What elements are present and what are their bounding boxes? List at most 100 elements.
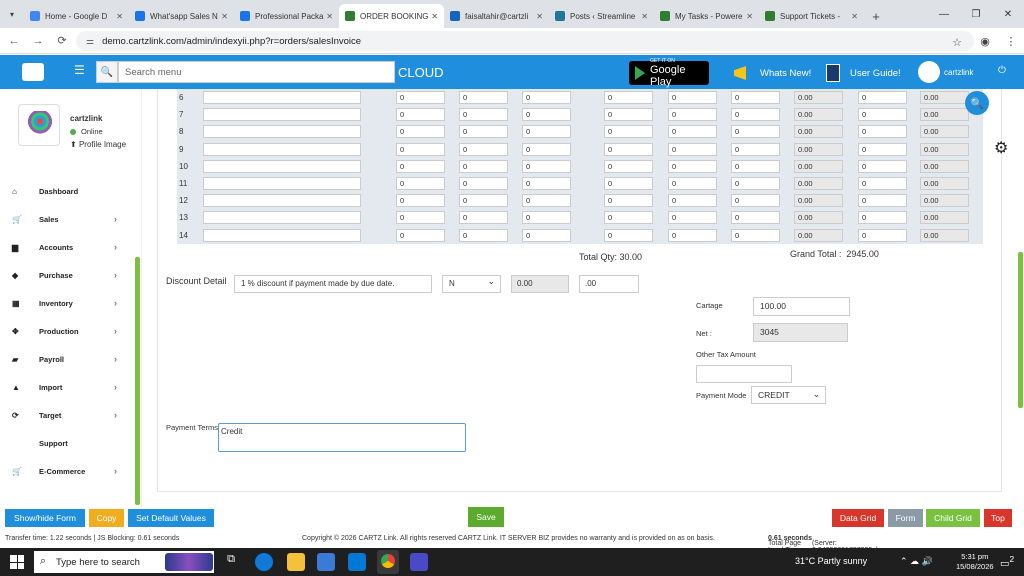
- grid-cell[interactable]: 0: [522, 159, 571, 173]
- grid-cell[interactable]: 0: [459, 228, 508, 242]
- item-name-input[interactable]: [203, 228, 361, 242]
- restore-icon[interactable]: ❐: [960, 0, 992, 28]
- other-tax-input[interactable]: [696, 365, 792, 383]
- grid-cell[interactable]: 0: [858, 228, 907, 242]
- grid-cell[interactable]: 0: [668, 159, 717, 173]
- grid-cell[interactable]: 0: [522, 108, 571, 122]
- browser-tab[interactable]: What'sapp Sales N ✕: [129, 4, 234, 28]
- discount-amount-input[interactable]: .00: [579, 275, 639, 293]
- grid-cell[interactable]: 0: [604, 142, 653, 156]
- grid-cell[interactable]: 0: [668, 194, 717, 208]
- copy-button[interactable]: Copy: [89, 509, 124, 527]
- browser-menu-icon[interactable]: ⋮: [998, 35, 1024, 48]
- grid-cell[interactable]: 0: [668, 228, 717, 242]
- item-name-input[interactable]: [203, 125, 361, 139]
- grid-cell[interactable]: 0: [396, 194, 445, 208]
- show-hide-form-button[interactable]: Show/hide Form: [5, 509, 85, 527]
- tab-close-icon[interactable]: ✕: [431, 12, 438, 21]
- payment-mode-select[interactable]: CREDIT ⌄: [751, 386, 826, 404]
- grid-cell[interactable]: 0: [731, 228, 780, 242]
- url-bar[interactable]: ⚌ demo.cartzlink.com/admin/indexyii.php?…: [76, 31, 974, 51]
- grid-cell[interactable]: 0: [668, 125, 717, 139]
- grid-cell[interactable]: 0: [858, 142, 907, 156]
- clock[interactable]: 5:31 pm 15/08/2026: [956, 552, 994, 572]
- notification-icon[interactable]: ▭2: [1000, 554, 1014, 569]
- grid-cell[interactable]: 0: [731, 176, 780, 190]
- bookmark-star-icon[interactable]: ☆: [952, 36, 962, 49]
- item-name-input[interactable]: [203, 108, 361, 122]
- grid-cell[interactable]: 0: [459, 194, 508, 208]
- header-username[interactable]: cartzlink: [944, 68, 973, 77]
- system-tray-icons[interactable]: ⌃ ☁ 🔊: [900, 556, 933, 567]
- grid-cell[interactable]: 0: [522, 194, 571, 208]
- grid-cell[interactable]: 0: [522, 142, 571, 156]
- top-button[interactable]: Top: [984, 509, 1012, 527]
- tab-search-dropdown-icon[interactable]: ▾: [0, 0, 24, 28]
- grid-cell[interactable]: 0: [459, 159, 508, 173]
- user-guide-link[interactable]: User Guide!: [826, 64, 901, 82]
- discount-detail-input[interactable]: 1 % discount if payment made by due date…: [234, 275, 432, 293]
- grid-cell[interactable]: 0: [668, 176, 717, 190]
- new-tab-button[interactable]: +: [864, 4, 888, 28]
- item-name-input[interactable]: [203, 91, 361, 104]
- reload-icon[interactable]: ⟳: [50, 34, 74, 47]
- sidebar-item-purchase[interactable]: ◆ Purchase ›: [0, 261, 135, 289]
- payment-terms-textarea[interactable]: Credit: [218, 423, 466, 452]
- page-scrollbar[interactable]: [1018, 252, 1023, 408]
- grid-cell[interactable]: 0: [459, 211, 508, 225]
- sidebar-item-import[interactable]: ▲ Import ›: [0, 373, 135, 401]
- browser-tab[interactable]: Support Tickets - ✕: [759, 4, 864, 28]
- back-icon[interactable]: ←: [2, 35, 26, 47]
- grid-cell[interactable]: 0: [604, 228, 653, 242]
- grid-cell[interactable]: 0: [731, 108, 780, 122]
- grid-cell[interactable]: 0: [858, 91, 907, 104]
- site-info-icon[interactable]: ⚌: [86, 36, 94, 47]
- minimize-icon[interactable]: —: [928, 0, 960, 28]
- power-icon[interactable]: ⏻: [998, 65, 1006, 76]
- windows-start-icon[interactable]: [10, 555, 24, 569]
- remote-desktop-icon[interactable]: [410, 553, 428, 571]
- edge-icon[interactable]: [255, 553, 273, 571]
- grid-cell[interactable]: 0: [604, 211, 653, 225]
- item-name-input[interactable]: [203, 194, 361, 208]
- google-play-badge[interactable]: GET IT ON Google Play: [629, 58, 709, 88]
- tab-close-icon[interactable]: ✕: [641, 12, 648, 21]
- save-button[interactable]: Save: [468, 507, 504, 527]
- grid-cell[interactable]: 0: [668, 91, 717, 104]
- grid-cell[interactable]: 0: [459, 108, 508, 122]
- grid-cell[interactable]: 0: [668, 211, 717, 225]
- grid-cell[interactable]: 0: [396, 142, 445, 156]
- outlook-icon[interactable]: [348, 553, 366, 571]
- sidebar-item-target[interactable]: ⟳ Target ›: [0, 401, 135, 429]
- cartage-input[interactable]: 100.00: [753, 297, 850, 316]
- app-logo[interactable]: [22, 63, 44, 81]
- store-icon[interactable]: [317, 553, 335, 571]
- sidebar-item-support[interactable]: Support: [0, 429, 135, 457]
- grid-cell[interactable]: 0: [731, 194, 780, 208]
- grid-cell[interactable]: 0: [396, 91, 445, 104]
- file-explorer-icon[interactable]: [287, 553, 305, 571]
- sidebar-item-e-commerce[interactable]: 🛒 E-Commerce ›: [0, 457, 135, 485]
- item-name-input[interactable]: [203, 159, 361, 173]
- grid-cell[interactable]: 0: [396, 211, 445, 225]
- whats-new-link[interactable]: Whats New!: [734, 66, 811, 80]
- sidebar-item-payroll[interactable]: ▰ Payroll ›: [0, 345, 135, 373]
- grid-cell[interactable]: 0: [396, 159, 445, 173]
- grid-cell[interactable]: 0: [522, 228, 571, 242]
- search-menu-input[interactable]: Search menu: [118, 61, 395, 83]
- menu-toggle-icon[interactable]: ☰: [74, 63, 85, 77]
- tab-close-icon[interactable]: ✕: [851, 12, 858, 21]
- browser-tab[interactable]: faisaltahir@cartzli ✕: [444, 4, 549, 28]
- profile-icon[interactable]: ◉: [972, 35, 998, 48]
- browser-tab[interactable]: Professional Packa ✕: [234, 4, 339, 28]
- child-grid-button[interactable]: Child Grid: [926, 509, 980, 527]
- grid-cell[interactable]: 0: [731, 91, 780, 104]
- grid-cell[interactable]: 0: [604, 176, 653, 190]
- sidebar-item-production[interactable]: ✥ Production ›: [0, 317, 135, 345]
- sidebar-item-inventory[interactable]: ▦ Inventory ›: [0, 289, 135, 317]
- forward-icon[interactable]: →: [26, 35, 50, 47]
- grid-cell[interactable]: 0: [604, 125, 653, 139]
- grid-cell[interactable]: 0: [731, 211, 780, 225]
- tab-close-icon[interactable]: ✕: [116, 12, 123, 21]
- grid-cell[interactable]: 0: [731, 142, 780, 156]
